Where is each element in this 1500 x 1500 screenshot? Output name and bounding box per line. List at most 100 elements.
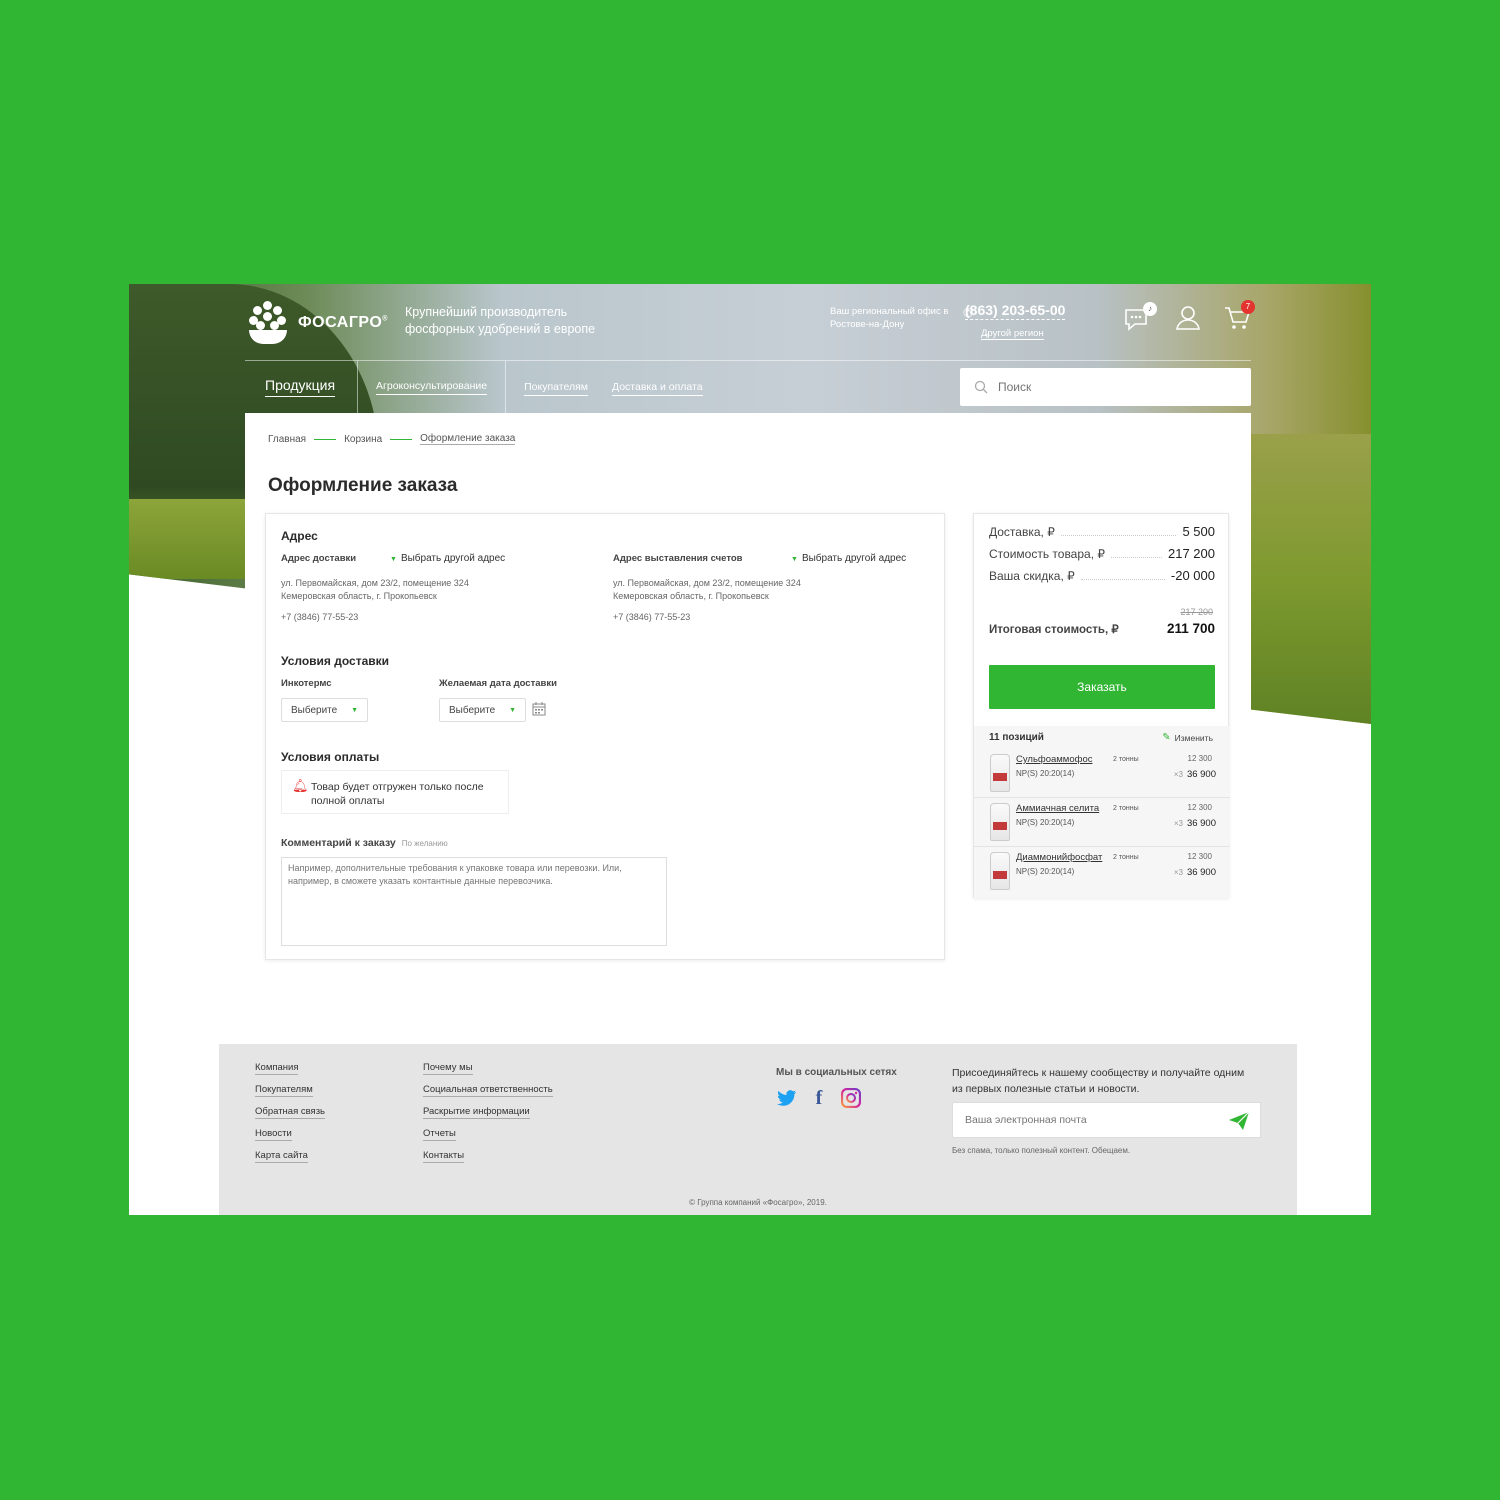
list-item: Диаммонийфосфат NP(S) 20:20(14) 2 тонны … [974, 848, 1230, 896]
twitter-icon[interactable] [777, 1088, 797, 1108]
list-item: Сульфоаммофос NP(S) 20:20(14) 2 тонны 12… [974, 750, 1230, 798]
facebook-icon[interactable]: f [809, 1087, 829, 1109]
delivery-address-text: ул. Первомайская, дом 23/2, помещение 32… [281, 578, 469, 601]
delivery-date-label: Желаемая дата доставки [439, 678, 557, 689]
nav-item-agroconsulting[interactable]: Агроконсультирование [358, 361, 507, 413]
item-code: NP(S) 20:20(14) [1016, 867, 1075, 876]
region-link[interactable]: Другой регион [981, 328, 1044, 340]
item-code: NP(S) 20:20(14) [1016, 818, 1075, 827]
cart-count-badge: 7 [1241, 300, 1255, 314]
tagline: Крупнейший производитель фосфорных удобр… [405, 305, 596, 336]
search-box[interactable] [960, 368, 1251, 406]
delivery-phone: +7 (3846) 77-55-23 [281, 612, 359, 622]
main-content: Главная Корзина Оформление заказа Оформл… [245, 413, 1251, 1013]
footer-link-news[interactable]: Новости [255, 1128, 292, 1141]
item-name[interactable]: Диаммонийфосфат [1016, 852, 1102, 863]
item-name[interactable]: Сульфоаммофос [1016, 754, 1092, 765]
email-input[interactable] [965, 1114, 1215, 1126]
newsletter-text: Присоединяйтесь к нашему сообществу и по… [952, 1067, 1245, 1095]
breadcrumb-home[interactable]: Главная [268, 434, 306, 445]
item-price: 12 300 [1187, 754, 1212, 763]
send-icon[interactable] [1228, 1111, 1250, 1131]
nav-item-buyers[interactable]: Покупателям [524, 381, 588, 396]
footer-link-social-responsibility[interactable]: Социальная ответственность [423, 1084, 553, 1097]
product-bag-icon [990, 754, 1010, 792]
summary-discount: Ваша скидка, ₽ -20 000 [989, 568, 1215, 583]
payment-section-title: Условия оплаты [281, 750, 380, 764]
item-sum: ×3 36 900 [1173, 769, 1216, 780]
summary-delivery: Доставка, ₽5 500 [989, 524, 1215, 539]
old-total: 217 200 [1180, 607, 1213, 617]
nav-item-products[interactable]: Продукция [245, 361, 359, 413]
delivery-address-label: Адрес доставки [281, 553, 357, 564]
item-code: NP(S) 20:20(14) [1016, 769, 1075, 778]
caret-down-icon: ▼ [509, 706, 516, 714]
copyright: © Группа компаний «Фосагро», 2019. [689, 1198, 827, 1207]
summary-total: Итоговая стоимость, ₽211 700 [989, 621, 1215, 636]
positions-count: 11 позиций [989, 732, 1044, 743]
main-nav: Продукция Агроконсультирование Покупател… [245, 361, 703, 413]
search-icon [974, 380, 988, 394]
delivery-section-title: Условия доставки [281, 654, 390, 668]
notification-bell-icon: ♪ [1143, 302, 1157, 316]
footer-link-buyers[interactable]: Покупателям [255, 1084, 313, 1097]
item-sum: ×3 36 900 [1173, 818, 1216, 829]
footer-link-reports[interactable]: Отчеты [423, 1128, 456, 1141]
logo[interactable]: ФОСАГРО® [245, 301, 388, 345]
item-price: 12 300 [1187, 803, 1212, 812]
summary-goods: Стоимость товара, ₽217 200 [989, 546, 1215, 561]
nav-item-delivery[interactable]: Доставка и оплата [611, 381, 703, 396]
billing-address-text: ул. Первомайская, дом 23/2, помещение 32… [613, 578, 801, 601]
breadcrumb-cart[interactable]: Корзина [344, 434, 382, 445]
incoterms-select[interactable]: Выберите ▼ [281, 698, 368, 722]
footer-link-feedback[interactable]: Обратная связь [255, 1106, 325, 1119]
regional-office-label: Ваш региональный офис в Ростове-на-Дону [830, 306, 949, 330]
footer-links-col2: Почему мы Социальная ответственность Рас… [423, 1062, 553, 1163]
choose-billing-address[interactable]: ▼ Выбрать другой адрес [791, 553, 906, 564]
caret-down-icon: ▼ [791, 556, 798, 563]
item-name[interactable]: Аммиачная селита [1016, 803, 1099, 814]
no-spam-note: Без спама, только полезный контент. Обещ… [952, 1146, 1131, 1155]
item-qty: 2 тонны [1113, 854, 1139, 861]
billing-phone: +7 (3846) 77-55-23 [613, 612, 691, 622]
billing-address-label: Адрес выставления счетов [613, 553, 743, 564]
social-title: Мы в социальных сетях [776, 1067, 897, 1078]
instagram-icon[interactable] [841, 1088, 861, 1108]
calendar-icon[interactable] [532, 702, 546, 716]
bell-icon: 🔔︎ [292, 778, 309, 793]
newsletter-form [952, 1102, 1261, 1138]
footer-link-company[interactable]: Компания [255, 1062, 299, 1075]
user-icon[interactable] [1173, 302, 1203, 332]
list-item: Аммиачная селита NP(S) 20:20(14) 2 тонны… [974, 799, 1230, 847]
order-button[interactable]: Заказать [989, 665, 1215, 709]
edit-cart-link[interactable]: ✎ Изменить [1162, 732, 1213, 743]
footer-links-col1: Компания Покупателям Обратная связь Ново… [255, 1062, 325, 1163]
search-input[interactable] [998, 380, 1228, 394]
footer-link-why-us[interactable]: Почему мы [423, 1062, 473, 1075]
footer: Компания Покупателям Обратная связь Ново… [219, 1044, 1297, 1215]
page-title: Оформление заказа [268, 475, 458, 496]
pencil-icon: ✎ [1162, 732, 1171, 743]
chat-icon[interactable]: ♪ [1123, 302, 1157, 332]
caret-down-icon: ▼ [351, 706, 358, 714]
footer-link-contacts[interactable]: Контакты [423, 1150, 465, 1163]
incoterms-label: Инкотермс [281, 678, 332, 689]
breadcrumb-current: Оформление заказа [420, 433, 516, 445]
footer-link-sitemap[interactable]: Карта сайта [255, 1150, 308, 1163]
product-bag-icon [990, 803, 1010, 841]
phone-number[interactable]: (863) 203-65-00 [965, 302, 1066, 320]
item-qty: 2 тонны [1113, 756, 1139, 763]
address-section-title: Адрес [281, 529, 318, 543]
item-price: 12 300 [1187, 852, 1212, 861]
breadcrumb: Главная Корзина Оформление заказа [268, 433, 516, 445]
choose-delivery-address[interactable]: ▼ Выбрать другой адрес [390, 553, 505, 564]
delivery-date-select[interactable]: Выберите ▼ [439, 698, 526, 722]
footer-link-disclosure[interactable]: Раскрытие информации [423, 1106, 530, 1119]
caret-down-icon: ▼ [390, 556, 397, 563]
product-bag-icon [990, 852, 1010, 890]
order-summary: Доставка, ₽5 500 Стоимость товара, ₽217 … [973, 513, 1230, 898]
comment-textarea[interactable] [281, 857, 667, 946]
comment-label: Комментарий к заказу По желанию [281, 837, 448, 849]
browser-page: ФОСАГРО® Крупнейший производитель фосфор… [129, 284, 1371, 1215]
cart-icon[interactable]: 7 [1223, 300, 1255, 332]
